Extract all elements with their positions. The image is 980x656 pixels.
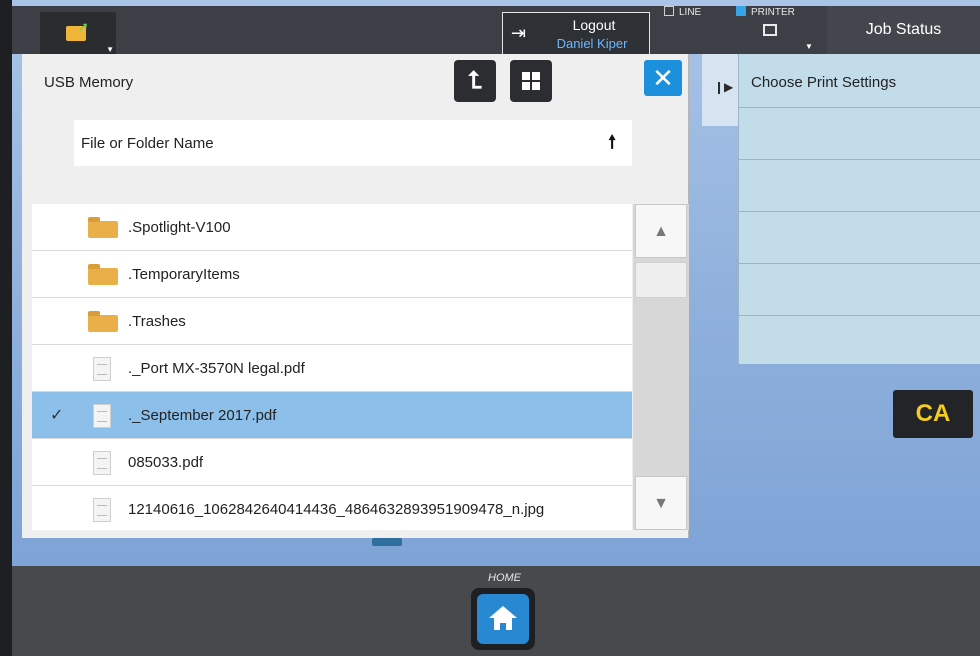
settings-row — [739, 160, 980, 212]
up-level-icon: ⮤ — [467, 67, 483, 94]
file-list-item[interactable]: 085033.pdf — [32, 439, 632, 486]
file-retrieval-button[interactable]: ➚ ▼ — [40, 12, 116, 56]
clear-all-button[interactable]: CA — [893, 390, 973, 438]
printer-mode-button[interactable]: ▼ — [747, 20, 819, 56]
file-list: .Spotlight-V100 .TemporaryItems .Trashes ._… — [32, 204, 632, 530]
folder-icon — [88, 311, 118, 332]
folder-list-item[interactable]: .Spotlight-V100 — [32, 204, 632, 251]
logout-icon: ⇥ — [511, 23, 527, 43]
item-name: 12140616_1062842640414436_48646328939519… — [128, 501, 545, 518]
file-list-item[interactable]: ._Port MX-3570N legal.pdf — [32, 345, 632, 392]
document-icon — [93, 451, 111, 475]
top-bar: ➚ ▼ ⇥ Logout Daniel Kiper LINE PRINTER ▼… — [12, 6, 980, 56]
home-button[interactable] — [471, 588, 535, 650]
close-icon: ✕ — [652, 63, 674, 93]
line-status-box — [664, 6, 674, 16]
scroll-up-button[interactable]: ▲ — [635, 204, 687, 258]
logout-button[interactable]: ⇥ Logout Daniel Kiper — [502, 12, 650, 56]
usb-memory-dialog: USB Memory ⮤ ✕ File or Folder Name 🠕 .Sp… — [22, 54, 689, 538]
item-name: 085033.pdf — [128, 454, 204, 471]
folder-icon — [88, 264, 118, 285]
expand-arrow-icon: ❙▶ — [714, 80, 734, 94]
dialog-title: USB Memory — [44, 74, 134, 91]
item-name: ._September 2017.pdf — [128, 407, 277, 424]
sort-column-label: File or Folder Name — [81, 135, 214, 152]
close-button[interactable]: ✕ — [644, 60, 682, 96]
grid-view-icon — [522, 72, 530, 80]
item-name: .TemporaryItems — [128, 266, 240, 283]
expand-settings-tab[interactable]: ❙▶ — [702, 54, 740, 126]
printer-status-box — [736, 6, 746, 16]
grid-view-button[interactable] — [510, 60, 552, 102]
touch-screen: ➚ ▼ ⇥ Logout Daniel Kiper LINE PRINTER ▼… — [12, 0, 980, 566]
printer-icon — [763, 24, 777, 36]
folder-icon — [88, 217, 118, 238]
home-icon — [477, 594, 529, 644]
bottom-bezel: HOME — [12, 566, 980, 656]
print-settings-panel: Choose Print Settings — [738, 54, 980, 364]
line-label: LINE — [679, 7, 702, 18]
list-scrollbar[interactable]: ▲ ▼ — [633, 204, 689, 530]
folder-list-item[interactable]: .TemporaryItems — [32, 251, 632, 298]
checkmark-icon: ✓ — [50, 407, 64, 424]
up-level-button[interactable]: ⮤ — [454, 60, 496, 102]
document-icon — [93, 357, 111, 381]
choose-print-settings-button[interactable]: Choose Print Settings — [739, 54, 980, 108]
item-name: ._Port MX-3570N legal.pdf — [128, 360, 305, 377]
settings-row — [739, 212, 980, 264]
file-list-item[interactable]: 12140616_1062842640414436_48646328939519… — [32, 486, 632, 530]
file-list-item[interactable]: ✓ ._September 2017.pdf — [32, 392, 632, 439]
home-label: HOME — [488, 572, 521, 584]
scroll-thumb[interactable] — [635, 262, 687, 298]
scroll-down-icon: ▼ — [653, 495, 669, 512]
status-bar-fragment — [372, 538, 402, 546]
item-name: .Spotlight-V100 — [128, 219, 231, 236]
item-name: .Trashes — [128, 313, 186, 330]
document-icon — [93, 404, 111, 428]
scroll-down-button[interactable]: ▼ — [635, 476, 687, 530]
job-status-button[interactable]: Job Status — [827, 6, 980, 54]
scroll-up-icon: ▲ — [653, 223, 669, 240]
folder-list-item[interactable]: .Trashes — [32, 298, 632, 345]
user-name: Daniel Kiper — [556, 36, 628, 51]
settings-row — [739, 108, 980, 160]
dropdown-caret-icon: ▼ — [106, 45, 114, 54]
document-icon — [93, 498, 111, 522]
sort-by-name-button[interactable]: File or Folder Name 🠕 — [74, 120, 632, 166]
sort-ascending-icon: 🠕 — [608, 132, 616, 152]
settings-row — [739, 264, 980, 316]
upload-arrow-icon: ➚ — [78, 19, 89, 34]
line-indicator: LINE — [664, 6, 701, 18]
printer-label: PRINTER — [751, 7, 795, 18]
logout-label: Logout — [572, 17, 616, 33]
left-bezel — [0, 0, 12, 656]
dropdown-caret-icon: ▼ — [805, 42, 813, 51]
printer-indicator: PRINTER — [736, 6, 795, 18]
